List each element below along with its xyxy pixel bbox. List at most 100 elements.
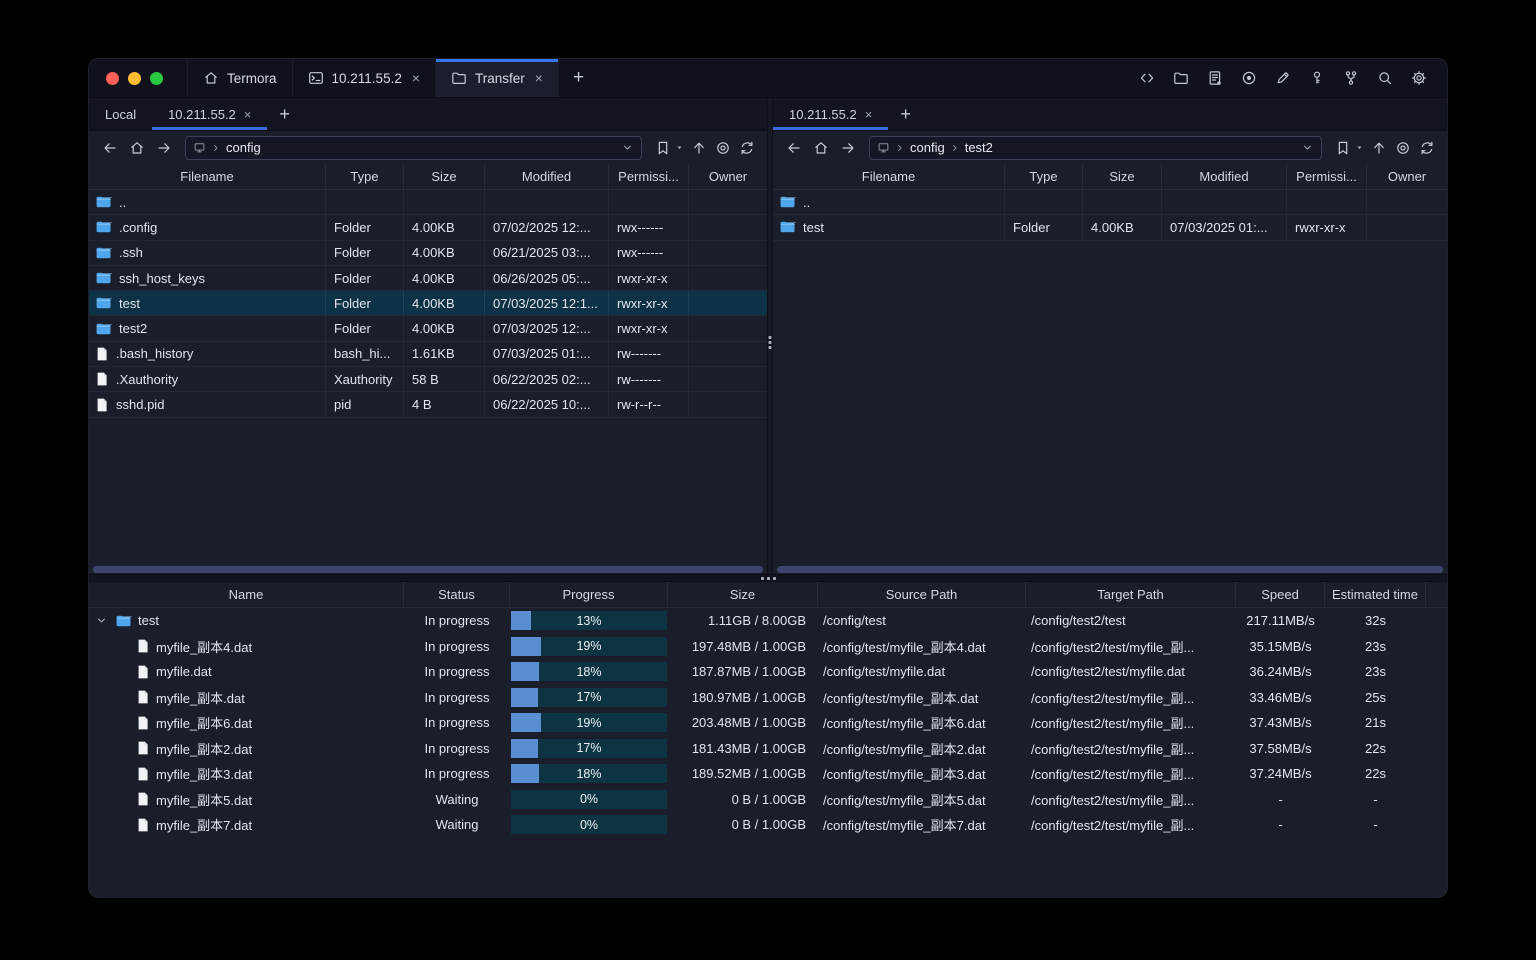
horizontal-scrollbar[interactable]	[89, 564, 767, 574]
key-icon[interactable]	[1309, 70, 1325, 86]
add-panel-tab-button[interactable]: +	[267, 98, 302, 130]
app-tab-10-211-55-2[interactable]: 10.211.55.2 ×	[293, 59, 437, 97]
file-row[interactable]: .config Folder 4.00KB 07/02/2025 12:... …	[89, 215, 767, 241]
transfer-row[interactable]: myfile_副本.dat In progress 17% 180.97MB /…	[89, 685, 1447, 711]
refresh-button[interactable]	[1417, 137, 1437, 159]
close-tab-icon[interactable]: ×	[244, 107, 252, 122]
upload-button[interactable]	[689, 137, 709, 159]
expand-chevron-icon[interactable]	[93, 614, 109, 627]
scrollbar-thumb[interactable]	[777, 565, 1443, 573]
panel-tab-10-211-55-2[interactable]: 10.211.55.2 ×	[152, 98, 268, 130]
transfer-column-header-name[interactable]: Name	[89, 582, 404, 607]
back-button[interactable]	[99, 137, 121, 159]
forward-button[interactable]	[837, 137, 859, 159]
transfer-column-header-source-path[interactable]: Source Path	[818, 582, 1026, 607]
code-icon[interactable]	[1139, 70, 1155, 86]
upload-button[interactable]	[1369, 137, 1389, 159]
column-header-owner[interactable]: Owner	[689, 164, 767, 189]
column-header-modified[interactable]: Modified	[1162, 164, 1287, 189]
zoom-window-button[interactable]	[150, 71, 163, 85]
refresh-button[interactable]	[737, 137, 757, 159]
bookmark-button[interactable]	[1333, 137, 1353, 159]
transfer-column-header-speed[interactable]: Speed	[1236, 582, 1325, 607]
column-header-type[interactable]: Type	[1005, 164, 1083, 189]
show-hidden-files-button[interactable]	[713, 137, 733, 159]
transfer-target-path: /config/test2/test	[1031, 613, 1126, 629]
transfer-source-path: /config/test/myfile.dat	[823, 664, 946, 680]
path-input[interactable]: config	[185, 135, 642, 160]
column-header-permissi-[interactable]: Permissi...	[1287, 164, 1367, 189]
new-app-tab-button[interactable]: +	[559, 59, 598, 97]
column-header-size[interactable]: Size	[404, 164, 485, 189]
file-row[interactable]: test2 Folder 4.00KB 07/03/2025 12:... rw…	[89, 316, 767, 342]
transfer-row[interactable]: myfile_副本6.dat In progress 19% 203.48MB …	[89, 710, 1447, 736]
file-row[interactable]: test Folder 4.00KB 07/03/2025 01:... rwx…	[773, 215, 1447, 241]
transfer-status: In progress	[424, 638, 490, 654]
transfer-column-header-size[interactable]: Size	[668, 582, 818, 607]
add-panel-tab-button[interactable]: +	[888, 98, 923, 130]
bookmark-caret-icon[interactable]	[674, 142, 685, 153]
transfer-row[interactable]: myfile_副本3.dat In progress 18% 189.52MB …	[89, 761, 1447, 787]
bookmark-button[interactable]	[653, 137, 673, 159]
file-row[interactable]: ..	[89, 190, 767, 216]
bookmark-caret-icon[interactable]	[1354, 142, 1365, 153]
panel-tab-10-211-55-2[interactable]: 10.211.55.2 ×	[773, 98, 889, 130]
minimize-window-button[interactable]	[128, 71, 141, 85]
path-segment[interactable]: config	[226, 140, 261, 155]
file-row[interactable]: .bash_history bash_hi... 1.61KB 07/03/20…	[89, 341, 767, 368]
column-header-permissi-[interactable]: Permissi...	[609, 164, 689, 189]
transfer-column-header-estimated-time[interactable]: Estimated time	[1325, 582, 1426, 607]
transfer-row[interactable]: myfile.dat In progress 18% 187.87MB / 1.…	[89, 659, 1447, 685]
column-header-filename[interactable]: Filename	[89, 164, 326, 189]
app-tab-transfer[interactable]: Transfer ×	[436, 59, 559, 97]
record-icon[interactable]	[1241, 70, 1257, 86]
column-header-size[interactable]: Size	[1083, 164, 1162, 189]
vertical-splitter[interactable]	[767, 98, 773, 574]
transfer-row-filler	[1426, 659, 1447, 685]
file-row[interactable]: sshd.pid pid 4 B 06/22/2025 10:... rw-r-…	[89, 392, 767, 418]
close-tab-icon[interactable]: ×	[865, 107, 873, 122]
show-hidden-files-button[interactable]	[1393, 137, 1413, 159]
close-window-button[interactable]	[106, 71, 119, 85]
path-dropdown-chevron-icon[interactable]	[621, 141, 634, 154]
pencil-icon[interactable]	[1275, 70, 1291, 86]
close-tab-icon[interactable]: ×	[412, 70, 420, 86]
search-icon[interactable]	[1377, 70, 1393, 86]
gear-icon[interactable]	[1411, 70, 1427, 86]
path-input[interactable]: config test2	[869, 135, 1322, 160]
close-tab-icon[interactable]: ×	[535, 70, 543, 86]
folder-outline-icon[interactable]	[1173, 70, 1189, 86]
transfer-column-header-progress[interactable]: Progress	[510, 582, 668, 607]
scrollbar-thumb[interactable]	[93, 565, 763, 573]
home-button[interactable]	[810, 137, 832, 159]
transfer-column-header-target-path[interactable]: Target Path	[1026, 582, 1236, 607]
horizontal-splitter[interactable]	[89, 574, 1447, 582]
column-header-owner[interactable]: Owner	[1367, 164, 1447, 189]
transfer-row[interactable]: myfile_副本4.dat In progress 19% 197.48MB …	[89, 634, 1447, 660]
forward-button[interactable]	[153, 137, 175, 159]
app-tab-termora[interactable]: Termora	[187, 59, 293, 97]
column-header-filename[interactable]: Filename	[773, 164, 1005, 189]
file-row[interactable]: ssh_host_keys Folder 4.00KB 06/26/2025 0…	[89, 265, 767, 292]
transfer-row[interactable]: test In progress 13% 1.11GB / 8.00GB /co…	[89, 608, 1447, 634]
file-row[interactable]: .ssh Folder 4.00KB 06/21/2025 03:... rwx…	[89, 240, 767, 266]
log-icon[interactable]	[1207, 70, 1223, 86]
transfer-status: Waiting	[435, 817, 479, 833]
path-segment[interactable]: test2	[965, 140, 993, 155]
file-row[interactable]: ..	[773, 190, 1447, 216]
column-header-modified[interactable]: Modified	[485, 164, 609, 189]
transfer-row[interactable]: myfile_副本5.dat Waiting 0% 0 B / 1.00GB /…	[89, 787, 1447, 813]
branch-icon[interactable]	[1343, 70, 1359, 86]
back-button[interactable]	[783, 137, 805, 159]
home-button[interactable]	[126, 137, 148, 159]
transfer-row[interactable]: myfile_副本2.dat In progress 17% 181.43MB …	[89, 736, 1447, 762]
path-segment[interactable]: config	[910, 140, 945, 155]
transfer-row[interactable]: myfile_副本7.dat Waiting 0% 0 B / 1.00GB /…	[89, 812, 1447, 838]
panel-tab-local[interactable]: Local	[89, 98, 152, 130]
transfer-column-header-status[interactable]: Status	[404, 582, 510, 607]
horizontal-scrollbar[interactable]	[773, 564, 1447, 574]
path-dropdown-chevron-icon[interactable]	[1301, 141, 1314, 154]
column-header-type[interactable]: Type	[326, 164, 404, 189]
file-row[interactable]: .Xauthority Xauthority 58 B 06/22/2025 0…	[89, 367, 767, 393]
file-row[interactable]: test Folder 4.00KB 07/03/2025 12:1... rw…	[89, 291, 767, 317]
